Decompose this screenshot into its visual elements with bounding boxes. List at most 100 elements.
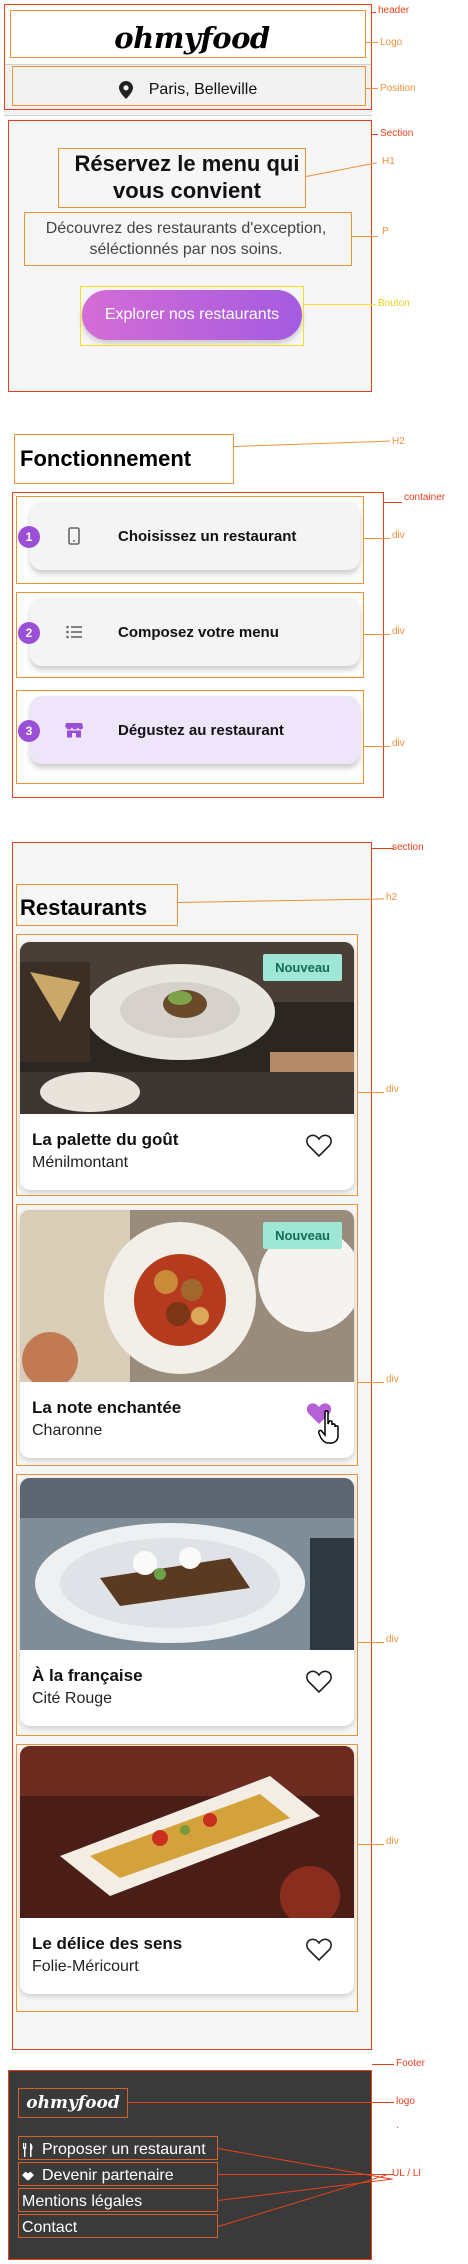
map-pin-icon [118, 81, 133, 99]
annotation-label: div [392, 530, 405, 541]
restaurant-card[interactable]: Nouveau La palette du goût Ménilmontant [20, 942, 354, 1190]
annotation-label: div [392, 626, 405, 637]
explore-restaurants-button[interactable]: Explorer nos restaurants [82, 290, 302, 340]
annotation-label: H2 [392, 436, 405, 447]
footer-link-contact[interactable]: Contact [18, 2216, 218, 2240]
restaurant-name: La palette du goût [32, 1130, 179, 1149]
footer-link-label: Proposer un restaurant [42, 2141, 206, 2158]
footer-link-label: Devenir partenaire [42, 2167, 174, 2184]
restaurant-area: Ménilmontant [32, 1154, 129, 1171]
list-icon [64, 622, 84, 642]
footer-link-legal[interactable]: Mentions légales [18, 2190, 218, 2214]
heart-icon[interactable] [306, 1938, 332, 1962]
annotation-line [366, 88, 378, 89]
restaurant-photo [20, 1478, 354, 1650]
annotation-label: section [392, 842, 424, 853]
step-number: 1 [18, 526, 40, 548]
annotation-label: div [386, 1634, 399, 1645]
annotation-line [218, 2174, 394, 2175]
annotation-line [358, 1642, 384, 1643]
footer-link-label: Contact [22, 2219, 78, 2236]
restaurant-name: À la française [32, 1666, 143, 1685]
restaurant-name: Le délice des sens [32, 1934, 183, 1953]
step-card-3[interactable]: 3 Dégustez au restaurant [18, 696, 360, 764]
restaurant-area: Folie-Méricourt [32, 1958, 139, 1975]
annotation-label: Footer [396, 2058, 425, 2069]
annotation-line [358, 1092, 384, 1093]
hand-pointer-cursor-icon [317, 1410, 342, 1444]
annotation-label: container [404, 492, 446, 503]
annotation-label: h2 [386, 892, 398, 903]
footer-logo[interactable]: ohmyfood [18, 2088, 128, 2118]
annotation-line [366, 42, 378, 43]
annotation-line [304, 304, 376, 305]
annotation-line [364, 634, 390, 635]
header: ohmyfood Paris, Belleville [4, 4, 372, 116]
annotation-line [358, 1844, 384, 1845]
annotation-line [128, 2102, 394, 2103]
heart-icon[interactable] [306, 1134, 332, 1158]
annotation-label: P [382, 226, 389, 237]
annotation-label: Section [380, 128, 414, 139]
annotation-label: div [386, 1374, 399, 1385]
annotation-line [372, 848, 394, 849]
annotation-line [372, 134, 378, 135]
heart-icon[interactable] [306, 1670, 332, 1694]
logo[interactable]: ohmyfood [14, 12, 370, 64]
step-number: 3 [18, 720, 40, 742]
position-text: Paris, Belleville [148, 81, 258, 98]
restaurant-photo [20, 1746, 354, 1918]
step-label: Dégustez au restaurant [118, 721, 284, 739]
restaurant-card[interactable]: À la française Cité Rouge [20, 1478, 354, 1726]
how-title: Fonctionnement [20, 446, 192, 471]
annotation-line [372, 12, 376, 13]
restaurant-area: Cité Rouge [32, 1690, 113, 1707]
annotation-label: Logo [380, 37, 403, 48]
step-label: Choisissez un restaurant [118, 527, 297, 545]
footer-link-label: Mentions légales [22, 2193, 143, 2210]
footer-link-partner[interactable]: Devenir partenaire [18, 2164, 218, 2188]
annotation-label: Bouton [378, 298, 410, 309]
annotation-label: . [396, 2120, 399, 2131]
restaurant-area: Charonne [32, 1422, 103, 1439]
restaurants-title: Restaurants [20, 895, 148, 920]
annotation-label: div [392, 738, 405, 749]
utensils-icon [22, 2143, 34, 2157]
restaurant-card[interactable]: Nouveau La note enchantée Charonne [20, 1210, 354, 1458]
step-card-2[interactable]: 2 Composez votre menu [18, 598, 360, 666]
restaurants-section: Restaurants Nouveau La palette du goût M… [12, 842, 372, 2050]
restaurant-photo: Nouveau [20, 942, 354, 1114]
new-badge: Nouveau [263, 1222, 342, 1249]
logo-text: ohmyfood [114, 21, 270, 55]
annotation-label: logo [396, 2096, 415, 2107]
hero-subtitle: Découvrez des restaurants d'exception, s… [45, 220, 327, 258]
handshake-icon [22, 2169, 34, 2183]
annotation-label: H1 [382, 156, 395, 167]
annotation-line [352, 236, 378, 237]
hero-title: Réservez le menu qui vous convient [74, 151, 300, 203]
annotation-label: header [378, 5, 410, 16]
restaurant-name: La note enchantée [32, 1398, 182, 1417]
position-bar[interactable]: Paris, Belleville [4, 64, 372, 116]
hero-section: Réservez le menu qui vous convient Décou… [8, 118, 372, 392]
store-icon [64, 720, 84, 740]
restaurant-photo: Nouveau [20, 1210, 354, 1382]
step-number: 2 [18, 622, 40, 644]
annotation-line [358, 1382, 384, 1383]
annotation-label: Position [380, 83, 416, 94]
steps-container: 1 Choisissez un restaurant 2 Composez vo… [12, 492, 384, 798]
new-badge: Nouveau [263, 954, 342, 981]
annotation-line [384, 502, 402, 503]
annotation-label: div [386, 1084, 399, 1095]
annotation-line [372, 2064, 394, 2065]
annotation-line [234, 440, 390, 447]
annotation-label: UL / LI [392, 2168, 422, 2179]
step-card-1[interactable]: 1 Choisissez un restaurant [18, 502, 360, 570]
restaurant-card[interactable]: Le délice des sens Folie-Méricourt [20, 1746, 354, 1994]
phone-icon [64, 526, 84, 546]
annotation-line [364, 746, 390, 747]
step-label: Composez votre menu [118, 623, 279, 641]
annotation-line [364, 538, 390, 539]
annotation-label: div [386, 1836, 399, 1847]
footer-link-propose[interactable]: Proposer un restaurant [18, 2138, 218, 2162]
